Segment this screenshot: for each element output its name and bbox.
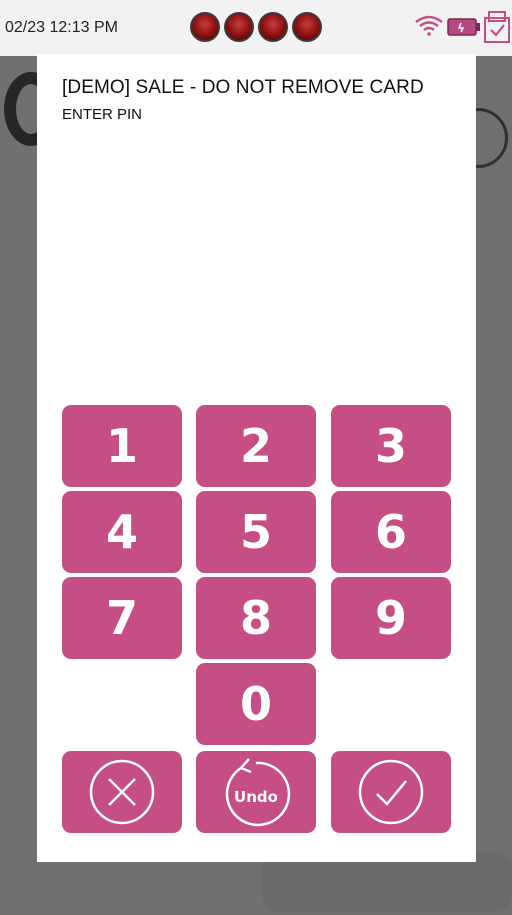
undo-label: Undo — [234, 788, 278, 806]
key-1[interactable]: 1 — [62, 405, 182, 487]
key-4[interactable]: 4 — [62, 491, 182, 573]
status-datetime: 02/23 12:13 PM — [5, 19, 118, 36]
undo-icon: Undo — [225, 758, 291, 827]
dialog-subtitle: ENTER PIN — [62, 106, 143, 123]
key-2[interactable]: 2 — [196, 405, 316, 487]
key-9[interactable]: 9 — [331, 577, 451, 659]
key-7[interactable]: 7 — [62, 577, 182, 659]
confirm-check-icon — [358, 759, 424, 825]
cancel-x-icon — [89, 759, 155, 825]
key-3[interactable]: 3 — [331, 405, 451, 487]
dialog-title: [DEMO] SALE - DO NOT REMOVE CARD — [62, 77, 424, 98]
status-led-4 — [292, 12, 322, 42]
status-bar: 02/23 12:13 PM — [0, 0, 512, 56]
pin-entry-dialog: [DEMO] SALE - DO NOT REMOVE CARD ENTER P… — [37, 54, 476, 862]
wifi-icon — [415, 15, 443, 36]
battery-icon — [447, 18, 480, 36]
status-led-2 — [224, 12, 254, 42]
key-5[interactable]: 5 — [196, 491, 316, 573]
key-8[interactable]: 8 — [196, 577, 316, 659]
key-0[interactable]: 0 — [196, 663, 316, 745]
cancel-button[interactable] — [62, 751, 182, 833]
status-led-1 — [190, 12, 220, 42]
key-6[interactable]: 6 — [331, 491, 451, 573]
receipt-check-icon — [484, 11, 510, 43]
status-led-3 — [258, 12, 288, 42]
undo-button[interactable]: Undo — [196, 751, 316, 833]
confirm-button[interactable] — [331, 751, 451, 833]
